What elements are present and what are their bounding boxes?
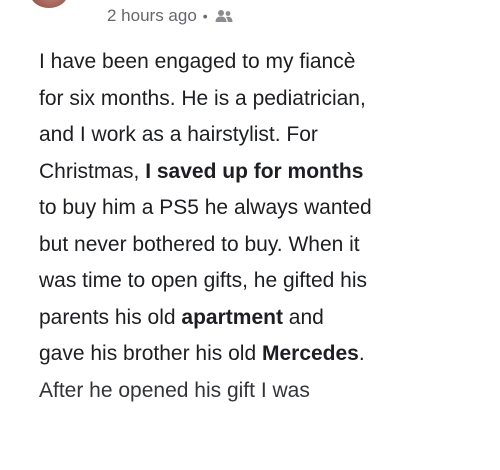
post-text-segment: was time to open gifts, he gifted his xyxy=(39,269,368,292)
post-text-line: parents his old apartment and xyxy=(39,300,484,337)
post-text-segment: I have been engaged to my fiancè xyxy=(39,50,356,73)
post-text-line: and I work as a hairstylist. For xyxy=(39,117,484,154)
post-body-text: I have been engaged to my fiancè for six … xyxy=(39,44,484,409)
post-card: 2 hours ago • I have been engaged to my … xyxy=(0,0,500,470)
avatar[interactable] xyxy=(30,0,68,8)
post-text-segment: but never bothered to buy. When it xyxy=(39,232,360,256)
post-text-segment: After he opened his gift I was xyxy=(39,378,310,402)
meta-separator: • xyxy=(202,8,208,24)
post-text-segment: to buy him a PS5 he always wanted xyxy=(39,196,372,219)
post-text-line: Christmas, I saved up for months xyxy=(39,154,484,191)
friends-icon[interactable] xyxy=(214,8,234,24)
post-text-line: but never bothered to buy. When it xyxy=(39,227,484,264)
post-text-segment: Christmas, xyxy=(39,159,146,183)
post-meta: 2 hours ago • xyxy=(107,4,234,28)
post-text-line: was time to open gifts, he gifted his xyxy=(39,263,484,300)
post-timestamp[interactable]: 2 hours ago xyxy=(107,6,197,26)
post-text-segment: for six months. He is a pediatrician, xyxy=(39,86,366,110)
post-text-line: After he opened his gift I was xyxy=(39,373,484,410)
post-text-bold: I saved up for months xyxy=(145,159,364,183)
post-text-bold: apartment xyxy=(181,305,283,329)
post-text-segment: parents his old xyxy=(39,305,182,329)
post-text-line: gave his brother his old Mercedes. xyxy=(39,336,484,373)
post-text-line: for six months. He is a pediatrician, xyxy=(39,81,484,118)
post-text-segment: and I work as a hairstylist. For xyxy=(39,123,318,146)
post-text-line: to buy him a PS5 he always wanted xyxy=(39,190,484,227)
post-text-line: I have been engaged to my fiancè xyxy=(39,44,484,81)
post-text-segment: gave his brother his old xyxy=(39,342,262,365)
post-text-segment: . xyxy=(358,342,365,365)
post-text-bold: Mercedes xyxy=(261,342,359,365)
post-text-segment: and xyxy=(282,305,324,329)
